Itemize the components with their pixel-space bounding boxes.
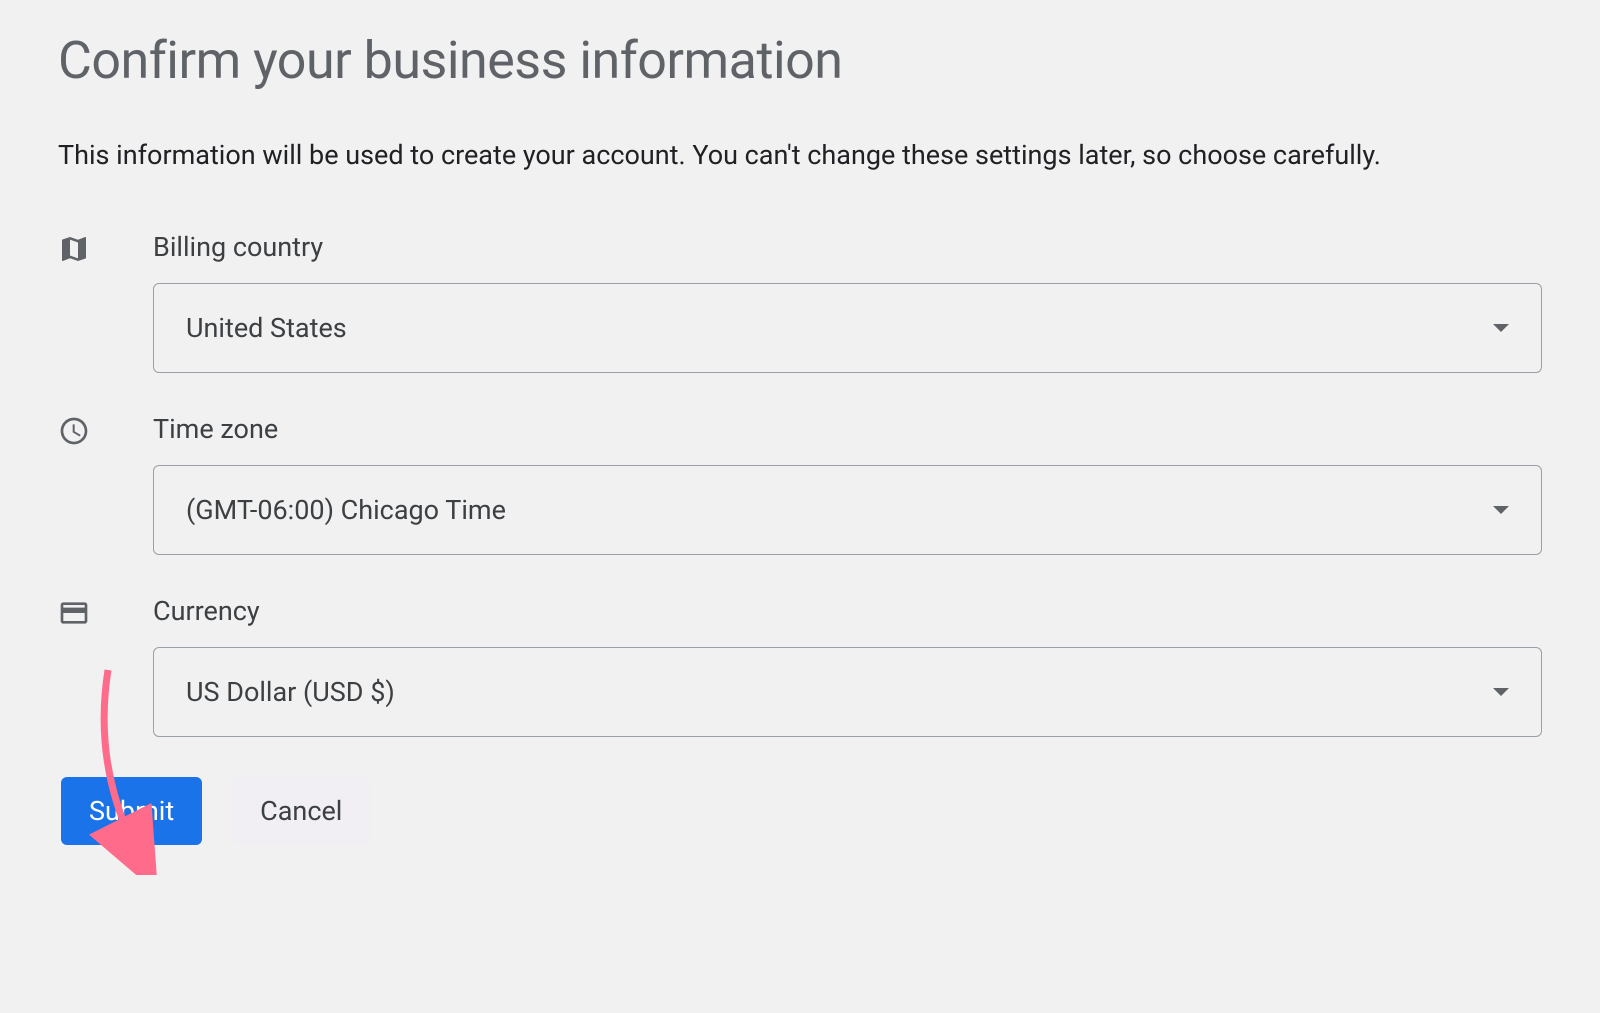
time-zone-label: Time zone: [153, 413, 1542, 445]
billing-country-label: Billing country: [153, 231, 1542, 263]
chevron-down-icon: [1493, 324, 1509, 332]
currency-select[interactable]: US Dollar (USD $): [153, 647, 1542, 737]
cancel-button[interactable]: Cancel: [232, 777, 370, 845]
billing-country-section: Billing country United States: [58, 231, 1542, 373]
button-row: Submit Cancel: [61, 777, 1542, 845]
billing-country-value: United States: [186, 312, 347, 344]
chevron-down-icon: [1493, 688, 1509, 696]
currency-value: US Dollar (USD $): [186, 676, 395, 708]
payment-icon: [58, 614, 90, 633]
billing-country-select[interactable]: United States: [153, 283, 1542, 373]
time-zone-value: (GMT-06:00) Chicago Time: [186, 494, 506, 526]
currency-section: Currency US Dollar (USD $): [58, 595, 1542, 737]
chevron-down-icon: [1493, 506, 1509, 514]
page-title: Confirm your business information: [58, 30, 1542, 91]
page-description: This information will be used to create …: [58, 139, 1542, 171]
clock-icon: [58, 432, 90, 451]
currency-label: Currency: [153, 595, 1542, 627]
time-zone-select[interactable]: (GMT-06:00) Chicago Time: [153, 465, 1542, 555]
time-zone-section: Time zone (GMT-06:00) Chicago Time: [58, 413, 1542, 555]
submit-button[interactable]: Submit: [61, 777, 202, 845]
map-icon: [58, 250, 90, 269]
